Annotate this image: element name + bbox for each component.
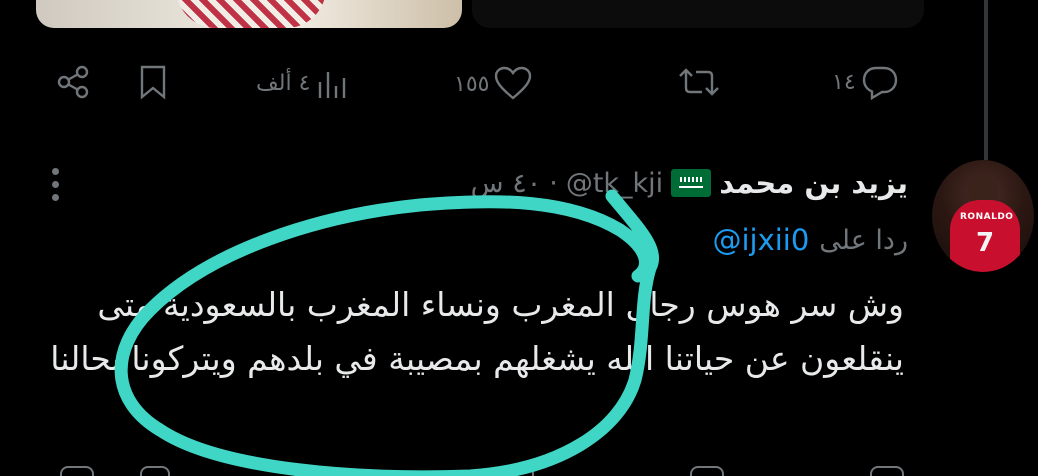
more-vertical-icon	[52, 168, 59, 175]
like-count: ١٥٥	[454, 71, 490, 97]
reply-count: ١٤	[832, 69, 856, 95]
keffiyeh-image-detail	[176, 0, 326, 28]
reply-icon[interactable]	[870, 466, 904, 476]
avatar-shirt-number: 7	[976, 228, 995, 258]
share-button[interactable]	[54, 64, 94, 100]
previous-tweet-image-left[interactable]	[36, 0, 462, 28]
bookmark-icon[interactable]	[140, 466, 170, 476]
play-icon[interactable]	[604, 0, 632, 2]
reply-to-handle[interactable]: @ijxii0	[712, 223, 809, 257]
views-icon	[319, 72, 346, 98]
heart-icon	[495, 66, 532, 100]
tweet-text: وش سر هوس رجال المغرب ونساء المغرب بالسع…	[50, 285, 904, 378]
more-dot	[52, 194, 59, 201]
like-button[interactable]: ١٥٥	[454, 66, 533, 102]
view-count: ٤ ألف	[256, 70, 311, 96]
bookmark-button[interactable]	[136, 64, 172, 100]
reply-context: ردا على @ijxii0	[712, 218, 908, 262]
previous-tweet-action-bar: ٤ ألف ١٥٥ ١٤	[0, 56, 1038, 106]
separator: ·	[549, 167, 558, 199]
saudi-flag-icon	[671, 169, 712, 197]
loop-icon[interactable]	[742, 0, 770, 2]
share-icon[interactable]	[60, 466, 94, 476]
bookmark-icon	[140, 65, 166, 100]
display-name[interactable]: يزيد بن محمد	[719, 166, 908, 200]
views-button[interactable]: ٤ ألف	[256, 66, 350, 100]
retweet-icon[interactable]	[690, 466, 724, 476]
retweet-button[interactable]	[676, 64, 722, 100]
tweet-action-bar	[0, 462, 1038, 476]
avatar[interactable]: RONALDO 7	[932, 160, 1034, 272]
sticker-icon[interactable]	[878, 0, 906, 2]
reply-prefix: ردا على	[819, 224, 908, 256]
share-icon	[57, 65, 89, 99]
timestamp[interactable]: ٤٠ س	[471, 168, 542, 199]
tweet-thread-view: ٤ ألف ١٥٥ ١٤ RONALDO 7 يزيد بن محمد @tk_…	[0, 0, 1038, 476]
previous-tweet-video[interactable]	[472, 0, 924, 28]
tweet-header: يزيد بن محمد @tk_kji · ٤٠ س	[471, 160, 908, 206]
more-options-button[interactable]	[46, 166, 66, 204]
more-dot	[52, 181, 59, 188]
retweet-icon	[679, 68, 719, 96]
grid-icon	[476, 0, 504, 2]
reply-button[interactable]: ١٤	[832, 64, 900, 100]
reply-icon	[862, 66, 897, 100]
user-handle[interactable]: @tk_kji	[566, 168, 663, 199]
avatar-shirt-text: RONALDO	[960, 212, 1014, 222]
heart-icon[interactable]	[500, 466, 534, 476]
